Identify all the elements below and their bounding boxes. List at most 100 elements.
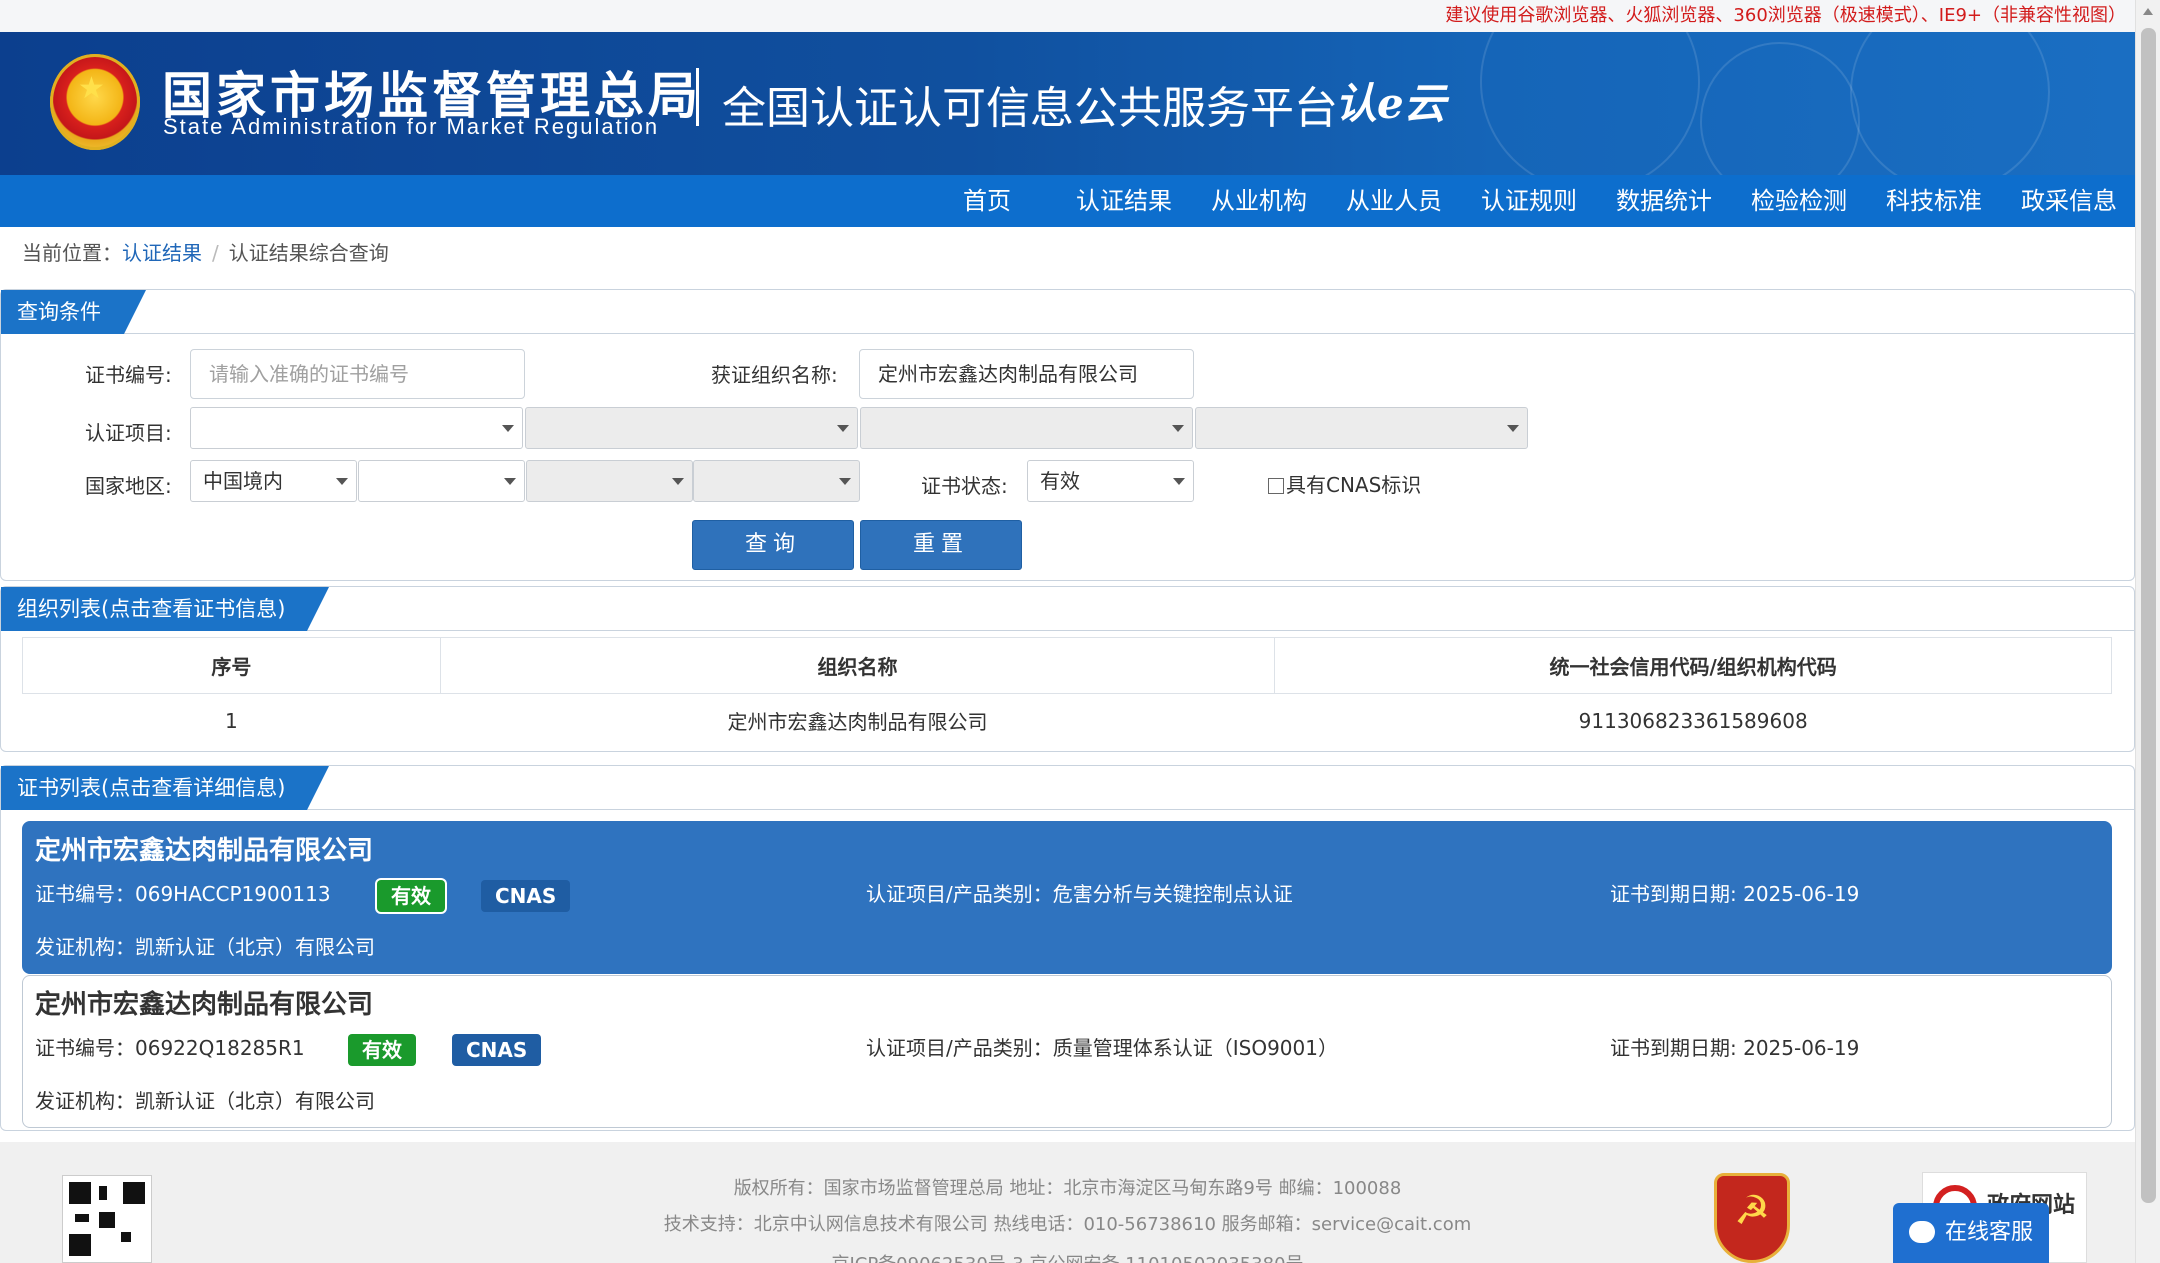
breadcrumb-link-results[interactable]: 认证结果	[122, 241, 202, 265]
decor-circle	[1700, 42, 1860, 175]
cnas-badge: CNAS	[481, 880, 571, 912]
cert-no-input[interactable]: 请输入准确的证书编号	[190, 349, 525, 399]
scrollbar-thumb[interactable]	[2141, 28, 2156, 1203]
cnas-checkbox[interactable]: 具有CNAS标识	[1268, 470, 1421, 500]
cnas-checkbox-label: 具有CNAS标识	[1286, 473, 1422, 497]
chevron-down-icon	[672, 478, 684, 485]
cert-card[interactable]: 定州市宏鑫达肉制品有限公司 证书编号：069HACCP1900113 有效 CN…	[22, 821, 2112, 974]
org-list-head: 组织列表(点击查看证书信息)	[1, 587, 2134, 631]
breadcrumb-prefix: 当前位置：	[22, 241, 122, 265]
chevron-down-icon	[1173, 478, 1185, 485]
project-label: 认证项目:	[85, 421, 172, 445]
project-select-4[interactable]	[1195, 407, 1528, 449]
status-value: 有效	[1040, 469, 1080, 493]
scroll-up-icon[interactable]	[2143, 8, 2153, 15]
cert-expiry: 证书到期日期: 2025-06-19	[1610, 882, 1860, 906]
chevron-down-icon	[839, 478, 851, 485]
cell-credit-code: 911306823361589608	[1578, 708, 1808, 733]
cell-org-name[interactable]: 定州市宏鑫达肉制品有限公司	[440, 694, 1275, 748]
cloud-logo: 认e云	[1335, 79, 1446, 128]
chevron-down-icon	[502, 425, 514, 432]
cell-index: 1	[225, 708, 238, 733]
region-select-1[interactable]: 中国境内	[190, 460, 357, 502]
search-button[interactable]: 查询	[692, 520, 854, 570]
project-select-3[interactable]	[860, 407, 1193, 449]
cert-card[interactable]: 定州市宏鑫达肉制品有限公司 证书编号：06922Q18285R1 有效 CNAS…	[22, 975, 2112, 1128]
status-select[interactable]: 有效	[1027, 460, 1194, 502]
cert-expiry: 证书到期日期: 2025-06-19	[1610, 1036, 1860, 1060]
col-index: 序号	[22, 637, 441, 694]
cert-org-name: 定州市宏鑫达肉制品有限公司	[35, 836, 374, 866]
nav-standards[interactable]: 科技标准	[1886, 175, 1982, 227]
chevron-down-icon	[837, 425, 849, 432]
org-list-title: 组织列表(点击查看证书信息)	[1, 587, 329, 631]
breadcrumb: 当前位置：认证结果 / 认证结果综合查询	[22, 238, 389, 268]
site-header: ★ 国家市场监督管理总局 State Administration for Ma…	[0, 32, 2135, 175]
browser-tip: 建议使用谷歌浏览器、火狐浏览器、360浏览器（极速模式）、IE9+（非兼容性视图…	[0, 0, 2160, 32]
cert-number: 证书编号：069HACCP1900113	[35, 882, 331, 906]
cert-issuer: 发证机构：凯新认证（北京）有限公司	[35, 1089, 375, 1113]
region-select-2[interactable]	[358, 460, 525, 502]
cert-list-head: 证书列表(点击查看详细信息)	[1, 766, 2134, 810]
chevron-down-icon	[504, 478, 516, 485]
region-label: 国家地区:	[85, 474, 172, 498]
cert-project: 认证项目/产品类别：危害分析与关键控制点认证	[866, 882, 1293, 906]
footer-icp: 京ICP备09062530号-3 京公网安备 11010502035380号	[0, 1250, 2135, 1263]
nav-inspection[interactable]: 检验检测	[1751, 175, 1847, 227]
breadcrumb-sep: /	[212, 241, 219, 265]
platform-title: 全国认证认可信息公共服务平台	[722, 83, 1338, 134]
region-select-3[interactable]	[526, 460, 693, 502]
status-badge: 有效	[377, 880, 445, 912]
nav-procurement[interactable]: 政采信息	[2021, 175, 2117, 227]
main-nav: 首页 认证结果 从业机构 从业人员 认证规则 数据统计 检验检测 科技标准 政采…	[0, 175, 2135, 227]
region-select-4[interactable]	[693, 460, 860, 502]
query-panel: 查询条件 证书编号: 请输入准确的证书编号 获证组织名称: 定州市宏鑫达肉制品有…	[0, 289, 2135, 581]
checkbox-box[interactable]	[1268, 478, 1284, 494]
footer-copyright: 版权所有：国家市场监督管理总局 地址：北京市海淀区马甸东路9号 邮编：10008…	[733, 1178, 1402, 1199]
header-divider	[696, 68, 699, 126]
decor-circle	[1480, 32, 1700, 175]
col-org-name: 组织名称	[439, 637, 1276, 694]
nav-home[interactable]: 首页	[963, 175, 1011, 227]
cert-org-name: 定州市宏鑫达肉制品有限公司	[35, 990, 374, 1020]
nav-statistics[interactable]: 数据统计	[1616, 175, 1712, 227]
org-name-input[interactable]: 定州市宏鑫达肉制品有限公司	[859, 349, 1194, 399]
nav-practitioners[interactable]: 从业人员	[1346, 175, 1442, 227]
region-value: 中国境内	[203, 469, 283, 493]
qr-code-icon	[62, 1175, 152, 1263]
cert-list-title: 证书列表(点击查看详细信息)	[1, 766, 329, 810]
breadcrumb-current: 认证结果综合查询	[228, 241, 389, 265]
cert-number: 证书编号：06922Q18285R1	[35, 1036, 305, 1060]
query-panel-head: 查询条件	[1, 290, 2134, 334]
chevron-down-icon	[336, 478, 348, 485]
nav-cert-results[interactable]: 认证结果	[1076, 175, 1172, 227]
org-table: 序号 组织名称 统一社会信用代码/组织机构代码 1 定州市宏鑫达肉制品有限公司 …	[22, 637, 2112, 748]
project-select-1[interactable]	[190, 407, 523, 449]
footer-support: 技术支持：北京中认网信息技术有限公司 热线电话：010-56738610 服务邮…	[663, 1214, 1472, 1235]
project-select-2[interactable]	[525, 407, 858, 449]
query-panel-title: 查询条件	[1, 290, 146, 334]
online-service-label: 在线客服	[1944, 1220, 2033, 1245]
cert-project: 认证项目/产品类别：质量管理体系认证（ISO9001）	[866, 1036, 1338, 1060]
status-label: 证书状态:	[921, 474, 1008, 498]
chevron-down-icon	[1507, 425, 1519, 432]
site-footer: 版权所有：国家市场监督管理总局 地址：北京市海淀区马甸东路9号 邮编：10008…	[0, 1142, 2135, 1263]
col-credit-code: 统一社会信用代码/组织机构代码	[1274, 637, 2112, 694]
national-emblem-icon: ★	[50, 54, 140, 150]
nav-institutions[interactable]: 从业机构	[1211, 175, 1307, 227]
cert-no-label: 证书编号:	[85, 363, 172, 387]
party-agency-badge-icon[interactable]: ☭	[1714, 1173, 1790, 1263]
org-name-en: State Administration for Market Regulati…	[163, 114, 660, 139]
vertical-scrollbar[interactable]	[2135, 0, 2160, 1263]
cnas-badge: CNAS	[452, 1034, 542, 1066]
cert-issuer: 发证机构：凯新认证（北京）有限公司	[35, 935, 375, 959]
page: 建议使用谷歌浏览器、火狐浏览器、360浏览器（极速模式）、IE9+（非兼容性视图…	[0, 0, 2160, 1263]
nav-cert-rules[interactable]: 认证规则	[1481, 175, 1577, 227]
table-row[interactable]: 1 定州市宏鑫达肉制品有限公司 911306823361589608	[23, 694, 2112, 748]
online-service-button[interactable]: 在线客服	[1893, 1203, 2049, 1263]
org-name-label: 获证组织名称:	[711, 363, 838, 387]
chat-bubble-icon	[1909, 1221, 1935, 1243]
status-badge: 有效	[348, 1034, 416, 1066]
reset-button[interactable]: 重置	[860, 520, 1022, 570]
chevron-down-icon	[1172, 425, 1184, 432]
